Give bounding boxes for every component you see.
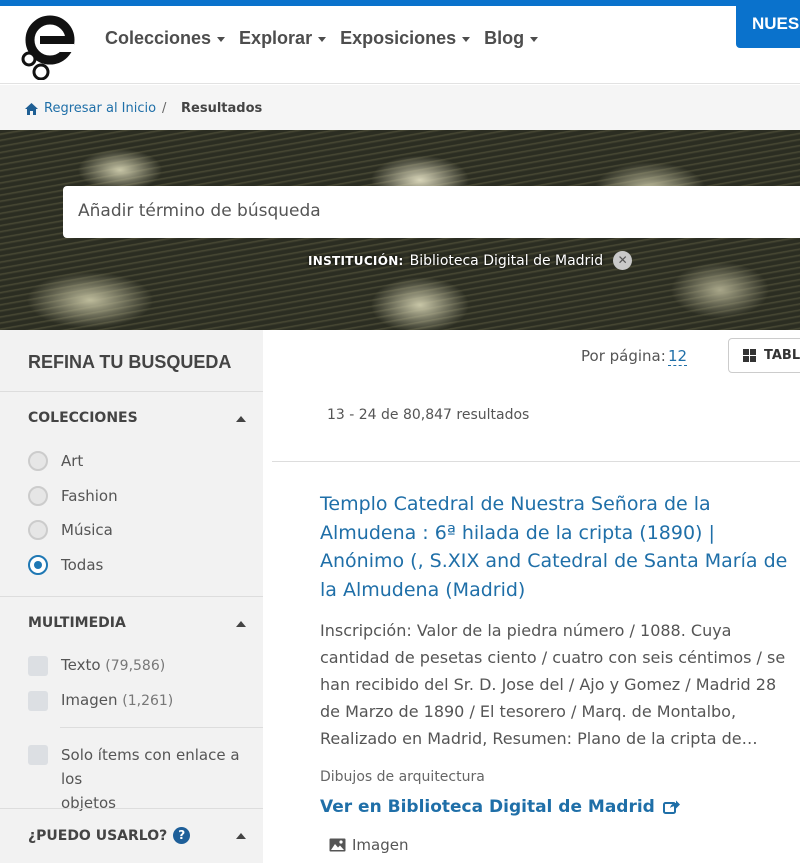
result-description: Inscripción: Valor de la piedra número /… (320, 621, 786, 748)
checkbox[interactable] (28, 745, 48, 765)
radio-musica[interactable]: Música (28, 520, 113, 540)
checkbox-imagen[interactable]: Imagen (1,261) (28, 691, 173, 711)
hero-banner: Añadir término de búsqueda INSTITUCIÓN: … (0, 130, 800, 330)
table-view-button[interactable]: TABLA (728, 338, 800, 373)
breadcrumb: Regresar al Inicio / Resultados (0, 85, 800, 130)
nav-colecciones[interactable]: Colecciones (105, 28, 226, 49)
multimedia-heading[interactable]: MULTIMEDIA (28, 615, 126, 631)
radio-circle[interactable] (28, 520, 48, 540)
chevron-down-icon (318, 37, 327, 42)
nav-exposiciones[interactable]: Exposiciones (340, 28, 471, 49)
radio-circle[interactable] (28, 486, 48, 506)
sidebar-title: REFINA TU BUSQUEDA (28, 352, 232, 372)
checkbox[interactable] (28, 656, 48, 676)
image-icon (329, 838, 346, 852)
usage-heading[interactable]: ¿PUEDO USARLO?? (28, 827, 191, 844)
help-icon[interactable]: ? (173, 827, 191, 844)
close-icon[interactable]: ✕ (613, 251, 633, 270)
chevron-down-icon (462, 37, 471, 42)
checkbox-texto[interactable]: Texto (79,586) (28, 656, 165, 676)
site-logo[interactable] (16, 12, 78, 80)
per-page-select[interactable]: 12 (668, 347, 688, 366)
chevron-up-icon[interactable] (236, 621, 246, 627)
media-type: Imagen (329, 836, 408, 854)
nav-blog[interactable]: Blog (484, 28, 539, 49)
chevron-up-icon[interactable] (236, 833, 246, 839)
external-link-icon (662, 800, 680, 814)
grid-icon (743, 349, 756, 362)
usage-section: ¿PUEDO USARLO?? (0, 808, 263, 863)
result-count: 13 - 24 de 80,847 resultados (327, 407, 530, 423)
radio-circle-selected[interactable] (28, 555, 48, 575)
radio-fashion[interactable]: Fashion (28, 486, 118, 506)
active-filter-chip: INSTITUCIÓN: Biblioteca Digital de Madri… (308, 251, 633, 270)
chevron-up-icon[interactable] (236, 416, 246, 422)
view-in-provider-link[interactable]: Ver en Biblioteca Digital de Madrid (320, 797, 680, 817)
per-page-label: Por página: (581, 347, 666, 365)
home-icon (25, 102, 38, 115)
refine-sidebar: REFINA TU BUSQUEDA COLECCIONES Art Fashi… (0, 330, 263, 863)
divider (60, 727, 263, 728)
search-input[interactable]: Añadir término de búsqueda (63, 186, 800, 238)
chevron-down-icon (217, 37, 226, 42)
header-cta-button[interactable]: NUES (736, 0, 800, 48)
radio-circle[interactable] (28, 451, 48, 471)
radio-art[interactable]: Art (28, 451, 83, 471)
filter-key: INSTITUCIÓN: (308, 253, 404, 268)
result-type: Dibujos de arquitectura (320, 769, 485, 785)
chevron-down-icon (530, 37, 539, 42)
collections-section: COLECCIONES Art Fashion Música Todas (0, 391, 263, 596)
breadcrumb-separator: / (162, 101, 167, 116)
checkbox-links-only[interactable]: Solo ítems con enlace a los objetos (28, 743, 263, 815)
result-title-link[interactable]: Templo Catedral de Nuestra Señora de la … (320, 490, 798, 604)
results-divider (272, 461, 800, 462)
breadcrumb-current: Resultados (181, 101, 263, 116)
breadcrumb-home-link[interactable]: Regresar al Inicio (25, 101, 156, 116)
checkbox[interactable] (28, 691, 48, 711)
collections-heading[interactable]: COLECCIONES (28, 410, 138, 426)
site-header: Colecciones Explorar Exposiciones Blog (0, 6, 800, 84)
filter-value: Biblioteca Digital de Madrid (409, 252, 604, 269)
main-nav: Colecciones Explorar Exposiciones Blog (105, 28, 539, 49)
nav-explorar[interactable]: Explorar (239, 28, 327, 49)
multimedia-section: MULTIMEDIA Texto (79,586) Imagen (1,261)… (0, 596, 263, 812)
radio-todas[interactable]: Todas (28, 555, 103, 575)
